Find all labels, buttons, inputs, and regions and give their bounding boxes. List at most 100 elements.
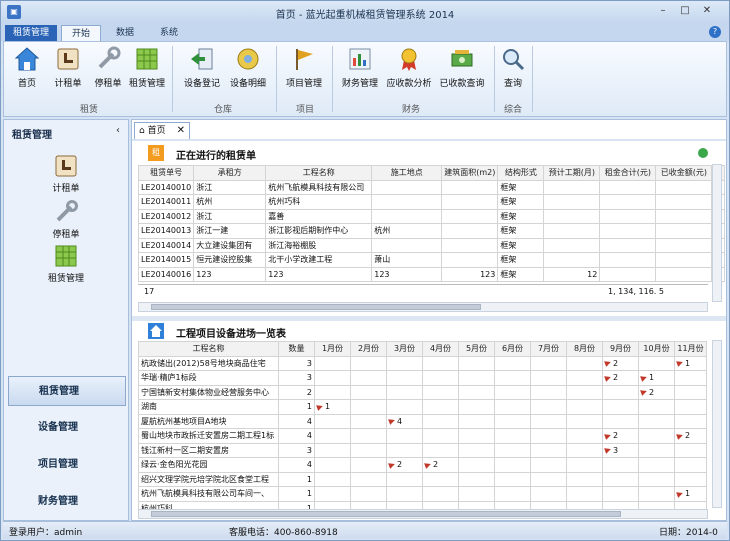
table-row[interactable]: LE20140013 浙江一建 浙江影视后期制作中心 杭州 框架 (137, 223, 726, 239)
tab-system[interactable]: 系统 (149, 25, 189, 41)
column-header[interactable]: 6月份 (494, 341, 531, 357)
table-cell: 123 (193, 266, 267, 282)
table-row[interactable]: 湖南 1 1 (138, 399, 707, 415)
device-register-button[interactable]: 设备登记 (180, 44, 224, 92)
column-header[interactable]: 5月份 (458, 341, 495, 357)
column-header[interactable]: 租金合计(元) (599, 165, 657, 181)
table-row[interactable]: 绍兴文理学院元培学院北区食堂工程 1 (138, 471, 707, 487)
minimize-button[interactable]: – (655, 4, 671, 18)
month-cell (638, 486, 675, 502)
column-header[interactable]: 数量 (278, 341, 315, 357)
table-row[interactable]: LE20140015 恒元建设控股集 北干小学改建工程 萧山 框架 (137, 252, 726, 268)
column-header[interactable]: 工程名称 (138, 341, 279, 357)
table-row[interactable]: LE20140016 123 123 123 123 框架 12 (137, 266, 726, 282)
finance-manage-button[interactable]: 财务管理 (338, 44, 382, 92)
query-button[interactable]: 查询 (498, 44, 528, 92)
month-cell: 2 (602, 428, 639, 444)
month-cell (530, 413, 567, 429)
column-header[interactable]: 8月份 (566, 341, 603, 357)
column-header[interactable]: 4月份 (422, 341, 459, 357)
month-cell (638, 413, 675, 429)
column-header[interactable]: 9月份 (602, 341, 639, 357)
column-header[interactable]: 承租方 (193, 165, 267, 181)
flag-icon (640, 388, 648, 397)
scroll-thumb[interactable] (151, 304, 481, 310)
nav-finance-manage[interactable]: 财务管理 (8, 487, 126, 517)
home-icon (148, 323, 164, 339)
month-cell (530, 399, 567, 415)
flag-icon (424, 460, 432, 469)
table-row[interactable]: 宁国镇新安村集体物业经营服务中心 2 2 (138, 384, 707, 400)
table-row[interactable]: LE20140012 浙江 嘉善 框架 (137, 208, 726, 224)
table-cell (441, 208, 499, 224)
tab-data[interactable]: 数据 (105, 25, 145, 41)
home-button[interactable]: 首页 (10, 44, 44, 92)
table-row[interactable]: 厦航杭州基地项目A地块 4 4 (138, 413, 707, 429)
column-header[interactable]: 结构形式 (497, 165, 545, 181)
restore-button[interactable]: □ (677, 4, 693, 18)
rentals-horizontal-scrollbar[interactable] (138, 302, 708, 312)
tab-start[interactable]: 开始 (61, 25, 101, 41)
table-row[interactable]: 华瑞·精庐1标段 3 2 1 (138, 370, 707, 386)
table-row[interactable]: 绿云·金色阳光花园 4 2 2 (138, 457, 707, 473)
splitter[interactable] (132, 316, 726, 321)
rentals-vertical-scrollbar[interactable] (712, 164, 722, 302)
sidebar-item-rent-order[interactable]: 计租单 (4, 154, 128, 194)
month-cell: 1 (314, 399, 351, 415)
month-cell (566, 413, 603, 429)
table-row[interactable]: LE20140014 大立建设集团有 浙江海裕棚股 框架 (137, 237, 726, 253)
projects-vertical-scrollbar[interactable] (712, 340, 722, 508)
quantity-cell: 1 (278, 399, 315, 415)
column-header[interactable]: 7月份 (530, 341, 567, 357)
stop-rent-button[interactable]: 停租单 (88, 44, 128, 92)
table-row[interactable]: 杭州飞航模具科技有限公司车间一、 1 1 (138, 486, 707, 502)
table-cell (655, 194, 713, 210)
project-equipment-table: 工程名称 数量 1月份 2月份 3月份 4月份 5月份 6月份 7月份 8月份 9月份 10月份 11月… (138, 341, 707, 516)
column-header[interactable]: 2月份 (350, 341, 387, 357)
scroll-thumb[interactable] (151, 511, 621, 517)
column-header[interactable]: 已收金额(元) (655, 165, 713, 181)
column-header[interactable]: 建筑面积(m2) (441, 165, 499, 181)
sidebar-item-stop-rent[interactable]: 停租单 (4, 200, 128, 240)
project-manage-button[interactable]: 项目管理 (282, 44, 326, 92)
doc-tab-label: 首页 (147, 126, 166, 136)
table-row[interactable]: LE20140010 浙江 杭州飞航模具科技有限公司 框架 (137, 179, 726, 195)
column-header[interactable]: 10月份 (638, 341, 675, 357)
group-separator (532, 46, 533, 112)
sidebar-item-rental-manage[interactable]: 租赁管理 (4, 244, 128, 284)
table-cell: 恒元建设控股集 (193, 252, 267, 268)
column-header[interactable]: 1月份 (314, 341, 351, 357)
app-menu-button[interactable]: 租赁管理 (5, 25, 57, 41)
nav-project-manage[interactable]: 项目管理 (8, 450, 126, 480)
table-row[interactable]: LE20140011 杭州 杭州巧科 框架 (137, 194, 726, 210)
table-cell (599, 208, 657, 224)
table-row[interactable]: 杭政储出(2012)58号地块商品住宅 3 2 1 (138, 355, 707, 371)
refresh-icon[interactable] (698, 148, 708, 158)
rent-order-button[interactable]: 计租单 (48, 44, 88, 92)
close-tab-icon[interactable]: ✕ (177, 123, 185, 139)
nav-device-manage[interactable]: 设备管理 (8, 413, 126, 443)
month-cell (422, 413, 459, 429)
column-header[interactable]: 施工地点 (371, 165, 443, 181)
column-header[interactable]: 预计工期(月) (543, 165, 601, 181)
month-count: 2 (649, 387, 655, 397)
column-header[interactable]: 租赁单号 (137, 165, 195, 181)
device-detail-button[interactable]: 设备明细 (226, 44, 270, 92)
help-icon[interactable]: ? (709, 26, 721, 38)
receivable-analysis-button[interactable]: 应收款分析 (384, 44, 434, 92)
table-row[interactable]: 钱江新村一区二期安置房 3 3 (138, 442, 707, 458)
flag-icon (388, 417, 396, 426)
table-row[interactable]: 蜀山地块市政拆迁安置房二期工程1标 4 2 2 (138, 428, 707, 444)
nav-rental-manage[interactable]: 租赁管理 (8, 376, 126, 406)
rental-manage-button[interactable]: 租赁管理 (126, 44, 168, 92)
doc-tab-home[interactable]: ⌂ 首页 ✕ (134, 122, 190, 140)
column-header[interactable]: 11月份 (674, 341, 707, 357)
received-query-button[interactable]: 已收款查询 (436, 44, 488, 92)
projects-horizontal-scrollbar[interactable] (138, 509, 708, 519)
close-button[interactable]: ✕ (699, 4, 715, 18)
flag-icon (604, 359, 612, 368)
column-header[interactable]: 工程名称 (265, 165, 373, 181)
collapse-sidebar-icon[interactable]: ‹ (116, 125, 120, 136)
month-cell (458, 428, 495, 444)
column-header[interactable]: 3月份 (386, 341, 423, 357)
